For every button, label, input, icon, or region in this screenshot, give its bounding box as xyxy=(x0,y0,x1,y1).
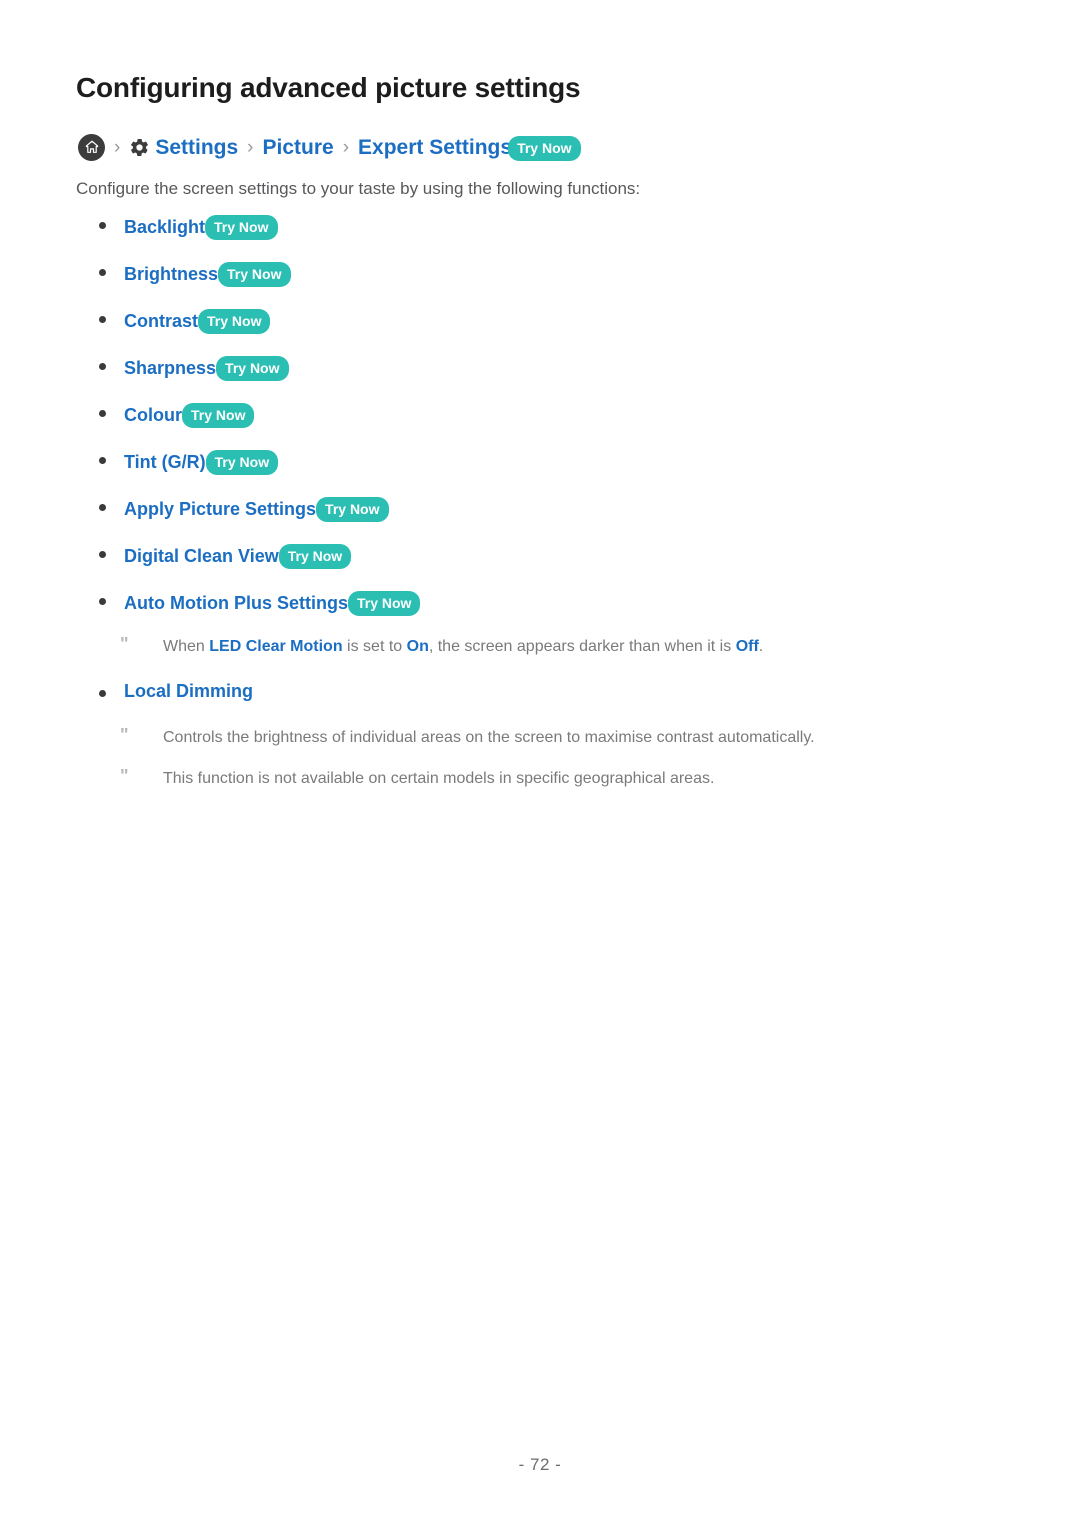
list-item-label: Auto Motion Plus Settings xyxy=(124,592,348,613)
note-marker: " xyxy=(120,634,129,654)
breadcrumb-separator-2: › xyxy=(247,136,254,158)
try-now-badge[interactable]: Try Now xyxy=(182,403,255,428)
list-item-label: Tint (G/R) xyxy=(124,451,206,472)
bullet-icon xyxy=(99,551,106,558)
bullet-icon xyxy=(99,690,106,697)
list-item-label: Local Dimming xyxy=(124,681,254,701)
list-item[interactable]: Colour Try Now xyxy=(0,402,1080,449)
bullet-icon xyxy=(99,222,106,229)
settings-list: Backlight Try Now Brightness Try Now Con… xyxy=(0,214,1080,810)
try-now-badge[interactable]: Try Now xyxy=(218,262,291,287)
list-item-label: Brightness xyxy=(124,263,219,284)
list-item[interactable]: Local Dimming xyxy=(0,682,1080,728)
note-emphasis: LED Clear Motion xyxy=(209,638,343,655)
list-item-label: Apply Picture Settings xyxy=(124,498,317,519)
try-now-badge[interactable]: Try Now xyxy=(205,450,279,475)
try-now-badge[interactable]: Try Now xyxy=(278,544,352,569)
note-marker: " xyxy=(120,766,129,786)
note-emphasis: Off xyxy=(735,638,759,655)
list-item-label: Backlight xyxy=(124,216,206,237)
note-segment: is set to xyxy=(342,638,407,655)
bullet-icon xyxy=(99,457,106,464)
note-emphasis: On xyxy=(406,638,429,655)
bullet-icon xyxy=(99,598,106,605)
bullet-icon xyxy=(99,410,106,417)
breadcrumb-separator: › xyxy=(114,136,121,158)
note-text: When LED Clear Motion is set to On, the … xyxy=(163,637,763,658)
bullet-icon xyxy=(99,504,106,511)
list-item-label: Digital Clean View xyxy=(124,545,279,566)
note-marker: " xyxy=(120,725,129,745)
list-item[interactable]: Brightness Try Now xyxy=(0,261,1080,308)
try-now-badge-breadcrumb[interactable]: Try Now xyxy=(508,135,581,161)
note-row: " This function is not available on cert… xyxy=(0,766,1080,810)
note-row: " Controls the brightness of individual … xyxy=(0,725,1080,769)
try-now-badge[interactable]: Try Now xyxy=(316,497,389,522)
breadcrumb-item-picture[interactable]: Picture xyxy=(263,137,334,158)
list-item[interactable]: Contrast Try Now xyxy=(0,308,1080,355)
note-text: Controls the brightness of individual ar… xyxy=(163,729,815,746)
list-item-label: Sharpness xyxy=(124,357,217,378)
page-number: - 72 - xyxy=(518,1455,562,1474)
gear-icon xyxy=(129,137,150,158)
bullet-icon xyxy=(99,316,106,323)
breadcrumb-item-expert-settings[interactable]: Expert Settings Try Now xyxy=(358,135,581,161)
breadcrumb-label-settings: Settings xyxy=(155,135,239,159)
try-now-badge[interactable]: Try Now xyxy=(347,591,421,616)
document-page: Configuring advanced picture settings › … xyxy=(0,0,1080,1527)
list-item[interactable]: Apply Picture Settings Try Now xyxy=(0,496,1080,543)
note-segment: , the screen appears darker than when it… xyxy=(428,638,736,655)
home-icon[interactable] xyxy=(78,133,105,161)
note-text: This function is not available on certai… xyxy=(163,770,715,787)
breadcrumb-separator-3: › xyxy=(342,136,350,158)
try-now-badge[interactable]: Try Now xyxy=(216,356,289,381)
page-title: Configuring advanced picture settings xyxy=(76,72,581,103)
breadcrumb-label-expert-settings: Expert Settings xyxy=(358,135,513,159)
list-item[interactable]: Auto Motion Plus Settings Try Now xyxy=(0,590,1080,637)
list-item[interactable]: Tint (G/R) Try Now xyxy=(0,449,1080,496)
note-row: " When LED Clear Motion is set to On, th… xyxy=(0,634,1080,682)
breadcrumb-item-settings[interactable]: Settings xyxy=(129,137,238,158)
list-item[interactable]: Backlight Try Now xyxy=(0,214,1080,261)
bullet-icon xyxy=(99,269,106,276)
list-item[interactable]: Digital Clean View Try Now xyxy=(0,543,1080,590)
list-item-label: Contrast xyxy=(124,310,199,331)
note-segment: . xyxy=(758,638,764,655)
try-now-badge[interactable]: Try Now xyxy=(205,215,278,240)
list-item[interactable]: Sharpness Try Now xyxy=(0,355,1080,402)
list-item-label: Colour xyxy=(124,404,182,425)
note-segment: When xyxy=(163,638,210,655)
breadcrumb: › Settings › Picture › Expert Settings T… xyxy=(78,132,581,162)
try-now-badge[interactable]: Try Now xyxy=(198,309,271,334)
intro-paragraph: Configure the screen settings to your ta… xyxy=(76,179,641,198)
bullet-icon xyxy=(99,363,106,370)
